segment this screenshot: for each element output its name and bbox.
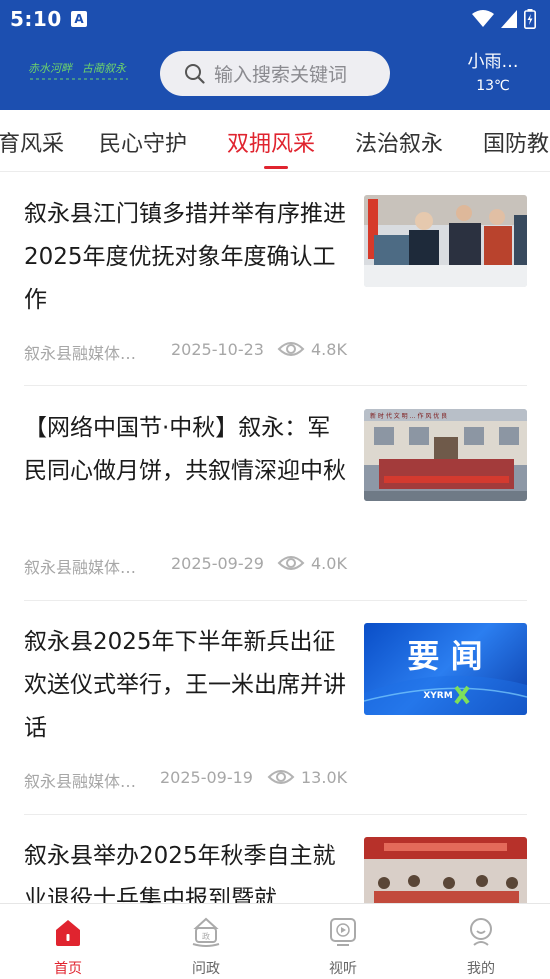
weather-widget[interactable]: 小雨… 13℃ [450,52,536,97]
divider [24,600,527,601]
weather-temperature: 13℃ [476,78,510,94]
tab-double-support[interactable]: 双拥风采 [227,126,315,158]
news-item[interactable]: 叙永县举办2025年秋季自主就业退役士兵集中报到暨就 [24,835,527,903]
news-meta: 叙永县融媒体… 2025-10-23 4.8K [24,340,527,363]
nav-label: 我的 [467,961,495,977]
search-placeholder: 输入搜索关键词 [214,64,348,86]
status-bar: 5:10 A [0,0,550,40]
signal-icon [501,10,517,28]
svg-text:古蔺叙永: 古蔺叙永 [82,62,127,75]
svg-text:政: 政 [202,931,210,941]
news-thumbnail [364,195,527,287]
news-views: 4.0K [311,554,347,573]
notification-icon: A [71,11,87,27]
wifi-icon [472,10,494,27]
news-item[interactable]: 叙永县江门镇多措并举有序推进2025年度优抚对象年度确认工作 叙永县融媒体… 2… [24,193,527,373]
views-eye-icon [277,556,305,570]
search-icon [185,64,205,84]
news-item[interactable]: 叙永县2025年下半年新兵出征欢送仪式举行，王一米出席并讲话 要 闻 XYRM … [24,621,527,801]
svg-text:赤水河畔: 赤水河畔 [28,62,74,75]
views-eye-icon [267,770,295,784]
category-tabs: 育风采 民心守护 双拥风采 法治叙永 国防教 [0,110,550,172]
news-date: 2025-10-23 [171,340,264,359]
news-source: 叙永县融媒体… [24,344,137,363]
nav-politics[interactable]: 政 问政 [156,904,256,979]
status-icons [472,8,536,30]
xuyong-logo[interactable]: 赤水河畔 古蔺叙永 [28,54,132,88]
home-icon [56,920,80,946]
news-thumbnail: 新 时 代 文 明 … 作 风 优 良 [364,409,527,501]
news-source: 叙永县融媒体… [24,772,137,791]
news-meta: 叙永县融媒体… 2025-09-29 4.0K [24,554,527,577]
app-screen: 5:10 A 赤水河畔 古蔺叙永 输入搜索关键词 小雨… 13℃ 育风采 民心守… [0,0,550,979]
news-date: 2025-09-29 [171,554,264,573]
nav-media[interactable]: 视听 [293,904,393,979]
tab-education-style[interactable]: 育风采 [0,126,64,158]
thumb-headline: 要 闻 [407,637,482,675]
status-time: 5:10 [10,7,62,31]
news-views: 13.0K [301,768,348,787]
active-tab-indicator [264,166,288,169]
tab-people-guardian[interactable]: 民心守护 [99,126,187,158]
media-icon [330,918,356,946]
news-views: 4.8K [311,340,347,359]
news-title: 叙永县举办2025年秋季自主就业退役士兵集中报到暨就 [24,843,336,903]
news-date: 2025-09-19 [160,768,253,787]
news-title: 【网络中国节·中秋】叙永：军民同心做月饼，共叙情深迎中秋 [24,415,346,484]
tab-national-defense[interactable]: 国防教 [483,126,549,158]
divider [24,814,527,815]
nav-label: 问政 [192,961,220,977]
nav-label: 视听 [329,961,357,977]
views-eye-icon [277,342,305,356]
news-item[interactable]: 【网络中国节·中秋】叙永：军民同心做月饼，共叙情深迎中秋 新 时 代 文 明 …… [24,407,527,587]
app-header: 赤水河畔 古蔺叙永 输入搜索关键词 小雨… 13℃ [0,40,550,110]
weather-description: 小雨… [467,52,519,72]
svg-text:新 时 代 文 明 … 作 风 优 良: 新 时 代 文 明 … 作 风 优 良 [370,412,447,420]
battery-icon [524,9,536,29]
news-source: 叙永县融媒体… [24,558,137,577]
search-bar[interactable]: 输入搜索关键词 [160,51,390,96]
nav-label: 首页 [54,961,82,977]
bottom-navigation: 首页 政 问政 视听 我的 [0,903,550,979]
nav-home[interactable]: 首页 [18,904,118,979]
politics-icon: 政 [192,917,220,947]
thumb-brand: XYRM [423,691,452,701]
news-thumbnail [364,837,527,903]
tab-rule-of-law[interactable]: 法治叙永 [355,126,443,158]
news-title: 叙永县2025年下半年新兵出征欢送仪式举行，王一米出席并讲话 [24,629,346,741]
news-title: 叙永县江门镇多措并举有序推进2025年度优抚对象年度确认工作 [24,201,346,313]
nav-profile[interactable]: 我的 [431,904,531,979]
divider [24,385,527,386]
profile-icon [470,918,492,946]
news-thumbnail: 要 闻 XYRM [364,623,527,715]
news-meta: 叙永县融媒体… 2025-09-19 13.0K [24,768,527,791]
